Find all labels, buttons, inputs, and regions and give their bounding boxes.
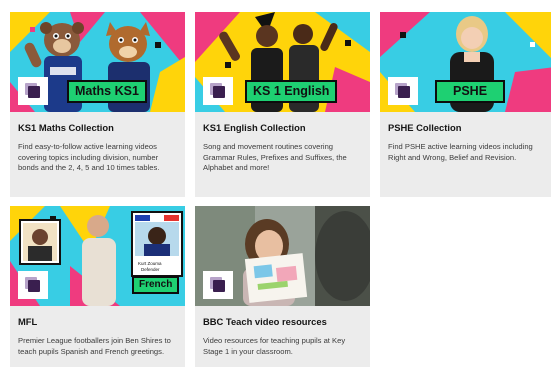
collection-icon	[388, 77, 418, 105]
collection-card-pshe[interactable]: PSHE PSHE Collection Find PSHE active le…	[380, 12, 551, 197]
card-thumbnail: PSHE	[380, 12, 551, 112]
subject-tag: Maths KS1	[67, 80, 147, 103]
subject-tag: PSHE	[435, 80, 506, 103]
collection-icon	[18, 271, 48, 299]
card-thumbnail: Maths KS1	[10, 12, 185, 112]
collection-card-bbc-teach[interactable]: BBC Teach video resources Video resource…	[195, 206, 370, 367]
card-description: Find PSHE active learning videos includi…	[388, 142, 533, 162]
card-description: Premier League footballers join Ben Shir…	[18, 336, 171, 356]
card-description: Song and movement routines covering Gram…	[203, 142, 347, 172]
player-name: Kurt Zouma	[138, 261, 162, 266]
collection-icon	[203, 77, 233, 105]
card-description: Video resources for teaching pupils at K…	[203, 336, 346, 356]
collection-card-english[interactable]: KS 1 English KS1 English Collection Song…	[195, 12, 370, 197]
card-thumbnail	[195, 206, 370, 306]
card-title[interactable]: KS1 Maths Collection	[18, 122, 177, 133]
card-title[interactable]: PSHE Collection	[388, 122, 547, 133]
collection-card-maths[interactable]: Maths KS1 KS1 Maths Collection Find easy…	[10, 12, 185, 197]
subject-tag: French	[132, 276, 180, 294]
card-thumbnail: KS 1 English	[195, 12, 370, 112]
card-thumbnail: Kurt Zouma Defender French	[10, 206, 185, 306]
card-title[interactable]: BBC Teach video resources	[203, 316, 362, 327]
collection-icon	[203, 271, 233, 299]
collection-card-mfl[interactable]: Kurt Zouma Defender French MFL Premier L…	[10, 206, 185, 367]
card-title[interactable]: MFL	[18, 316, 177, 327]
card-description: Find easy-to-follow active learning vide…	[18, 142, 160, 172]
subject-tag: KS 1 English	[245, 80, 338, 103]
card-title[interactable]: KS1 English Collection	[203, 122, 362, 133]
player-role: Defender	[141, 267, 160, 272]
collection-icon	[18, 77, 48, 105]
